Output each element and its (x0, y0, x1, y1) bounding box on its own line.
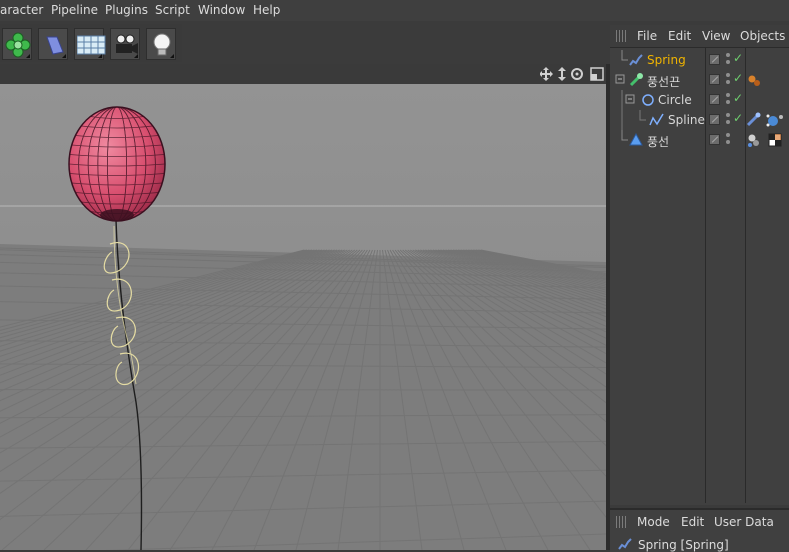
attribute-manager-panel: Mode Edit User Data Spring [Spring] (610, 508, 789, 552)
floor-button[interactable] (74, 28, 104, 60)
panel-grip-icon[interactable] (616, 30, 628, 42)
object-name[interactable]: 풍선끈 (647, 73, 680, 90)
spline-icon (649, 113, 665, 127)
move-icon[interactable] (540, 67, 553, 81)
spring-icon (629, 53, 643, 67)
viewport-nav-icons (540, 67, 606, 81)
visibility-dots[interactable] (726, 73, 731, 87)
spring-icon (618, 537, 632, 551)
layer-toggle[interactable] (709, 54, 720, 65)
sphere-icon (629, 133, 643, 147)
object-row-spring[interactable]: Spring ✓ (612, 50, 789, 70)
environment-icon (41, 32, 67, 58)
floor-grid (0, 244, 606, 550)
menu-plugins[interactable]: Plugins (105, 3, 148, 17)
enabled-check[interactable]: ✓ (733, 91, 743, 105)
3d-viewport[interactable] (0, 84, 606, 550)
om-menu-file[interactable]: File (637, 29, 657, 43)
menu-character[interactable]: aracter (0, 3, 43, 17)
object-name[interactable]: 풍선 (647, 133, 669, 150)
om-menu-view[interactable]: View (702, 29, 730, 43)
am-menu-edit[interactable]: Edit (681, 515, 704, 529)
balloon-sphere[interactable] (69, 107, 165, 221)
om-menu-objects[interactable]: Objects (740, 29, 785, 43)
environment-button[interactable] (38, 28, 68, 60)
deformer-flower-icon (5, 32, 31, 58)
object-row-spline[interactable]: Spline ✓ (612, 110, 789, 130)
light-bulb-icon (149, 32, 175, 58)
visibility-dots[interactable] (726, 53, 731, 67)
visibility-dots[interactable] (726, 113, 731, 127)
zoom-icon[interactable] (558, 67, 566, 81)
viewport-scene[interactable] (0, 84, 606, 550)
tree-connector (612, 110, 654, 130)
enabled-check[interactable]: ✓ (733, 111, 743, 125)
circle-spline-icon (641, 93, 655, 107)
viewport-header (0, 64, 606, 84)
object-row-circle[interactable]: Circle ✓ (612, 90, 789, 110)
object-manager-menu: File Edit View Objects (610, 25, 789, 48)
panel-grip-icon[interactable] (616, 516, 628, 528)
enabled-check[interactable]: ✓ (733, 71, 743, 85)
command-toolbar (0, 24, 182, 62)
light-button[interactable] (146, 28, 176, 60)
floor-grid-icon (77, 32, 107, 58)
menu-help[interactable]: Help (253, 3, 280, 17)
om-menu-edit[interactable]: Edit (668, 29, 691, 43)
camera-icon (113, 32, 139, 58)
menu-pipeline[interactable]: Pipeline (51, 3, 98, 17)
object-row-sphere[interactable]: 풍선 (612, 130, 789, 150)
spline-tags[interactable] (746, 112, 788, 128)
enabled-check[interactable]: ✓ (733, 51, 743, 65)
camera-button[interactable] (110, 28, 140, 60)
layer-toggle[interactable] (709, 134, 720, 145)
object-name[interactable]: Spring (647, 53, 686, 67)
am-menu-mode[interactable]: Mode (637, 515, 670, 529)
layer-toggle[interactable] (709, 74, 720, 85)
layer-toggle[interactable] (709, 94, 720, 105)
visibility-dots[interactable] (726, 133, 731, 147)
layer-toggle[interactable] (709, 114, 720, 125)
sphere-tags[interactable] (747, 132, 787, 148)
material-tag-icon[interactable] (747, 73, 763, 87)
am-menu-user-data[interactable]: User Data (714, 515, 774, 529)
menu-script[interactable]: Script (155, 3, 190, 17)
rotate-icon[interactable] (572, 69, 582, 79)
sweep-icon (629, 73, 643, 87)
deformer-button[interactable] (2, 28, 32, 60)
visibility-dots[interactable] (726, 93, 731, 107)
object-row-sweep[interactable]: 풍선끈 ✓ (612, 70, 789, 90)
object-name[interactable]: Spline (668, 113, 705, 127)
object-name[interactable]: Circle (658, 93, 692, 107)
main-menu-bar: aracter Pipeline Plugins Script Window H… (0, 0, 789, 21)
maximize-icon[interactable] (591, 68, 603, 80)
menu-window[interactable]: Window (198, 3, 245, 17)
